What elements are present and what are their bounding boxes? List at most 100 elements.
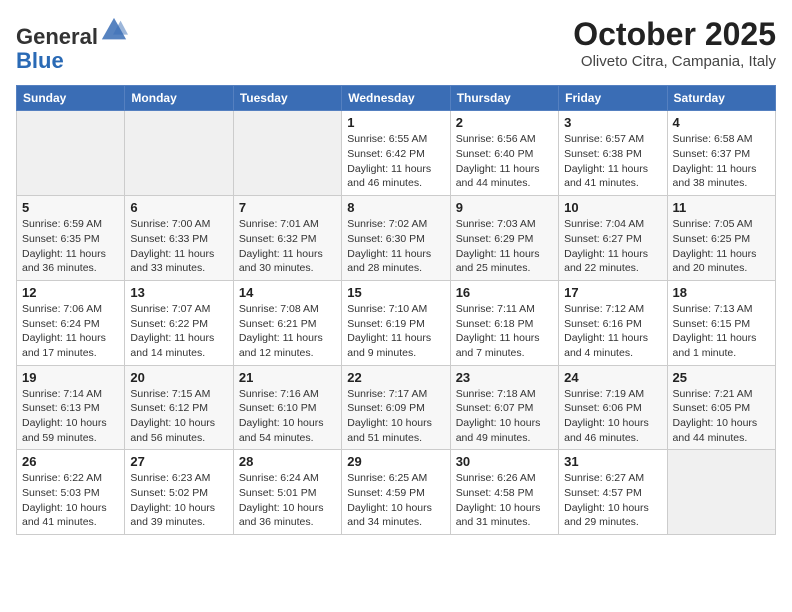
calendar-cell: 15 Sunrise: 7:10 AM Sunset: 6:19 PM Dayli… [342,280,450,365]
day-number: 21 [239,370,336,385]
day-number: 7 [239,200,336,215]
calendar-cell: 21 Sunrise: 7:16 AM Sunset: 6:10 PM Dayli… [233,365,341,450]
calendar-cell: 12 Sunrise: 7:06 AM Sunset: 6:24 PM Dayli… [17,280,125,365]
day-number: 24 [564,370,661,385]
calendar-cell: 23 Sunrise: 7:18 AM Sunset: 6:07 PM Dayli… [450,365,558,450]
day-number: 25 [673,370,770,385]
day-number: 18 [673,285,770,300]
day-number: 9 [456,200,553,215]
day-number: 14 [239,285,336,300]
day-info: Sunrise: 7:17 AM Sunset: 6:09 PM Dayligh… [347,387,444,446]
location: Oliveto Citra, Campania, Italy [573,53,776,70]
header-tuesday: Tuesday [233,86,341,111]
calendar-week-4: 19 Sunrise: 7:14 AM Sunset: 6:13 PM Dayli… [17,365,776,450]
calendar-cell: 14 Sunrise: 7:08 AM Sunset: 6:21 PM Dayli… [233,280,341,365]
day-number: 3 [564,115,661,130]
calendar-cell: 29Sunrise: 6:25 AM Sunset: 4:59 PM Dayli… [342,450,450,535]
day-info: Sunrise: 7:02 AM Sunset: 6:30 PM Dayligh… [347,217,444,276]
day-number: 12 [22,285,119,300]
day-number: 1 [347,115,444,130]
calendar-cell: 31Sunrise: 6:27 AM Sunset: 4:57 PM Dayli… [559,450,667,535]
calendar-cell: 8Sunrise: 7:02 AM Sunset: 6:30 PM Daylig… [342,196,450,281]
day-info: Sunrise: 7:13 AM Sunset: 6:15 PM Dayligh… [673,302,770,361]
day-number: 2 [456,115,553,130]
day-number: 26 [22,454,119,469]
day-info: Sunrise: 7:05 AM Sunset: 6:25 PM Dayligh… [673,217,770,276]
calendar-cell: 2 Sunrise: 6:56 AM Sunset: 6:40 PM Daylig… [450,111,558,196]
day-info: Sunrise: 6:57 AM Sunset: 6:38 PM Dayligh… [564,132,661,191]
day-info: Sunrise: 7:15 AM Sunset: 6:12 PM Dayligh… [130,387,227,446]
day-info: Sunrise: 7:07 AM Sunset: 6:22 PM Dayligh… [130,302,227,361]
day-number: 28 [239,454,336,469]
calendar-cell [17,111,125,196]
day-number: 4 [673,115,770,130]
calendar-cell: 24 Sunrise: 7:19 AM Sunset: 6:06 PM Dayli… [559,365,667,450]
page-header: General Blue October 2025 Oliveto Citra,… [16,16,776,73]
calendar-cell: 1 Sunrise: 6:55 AM Sunset: 6:42 PM Daylig… [342,111,450,196]
day-number: 15 [347,285,444,300]
day-info: Sunrise: 6:25 AM Sunset: 4:59 PM Dayligh… [347,471,444,530]
day-info: Sunrise: 7:14 AM Sunset: 6:13 PM Dayligh… [22,387,119,446]
calendar-cell: 26Sunrise: 6:22 AM Sunset: 5:03 PM Dayli… [17,450,125,535]
calendar-cell: 3 Sunrise: 6:57 AM Sunset: 6:38 PM Daylig… [559,111,667,196]
day-info: Sunrise: 7:19 AM Sunset: 6:06 PM Dayligh… [564,387,661,446]
day-number: 17 [564,285,661,300]
day-number: 30 [456,454,553,469]
day-number: 10 [564,200,661,215]
day-info: Sunrise: 6:23 AM Sunset: 5:02 PM Dayligh… [130,471,227,530]
day-number: 11 [673,200,770,215]
calendar-cell: 4 Sunrise: 6:58 AM Sunset: 6:37 PM Daylig… [667,111,775,196]
header-friday: Friday [559,86,667,111]
logo-text: General Blue [16,16,128,73]
day-info: Sunrise: 7:04 AM Sunset: 6:27 PM Dayligh… [564,217,661,276]
calendar-cell: 16 Sunrise: 7:11 AM Sunset: 6:18 PM Dayli… [450,280,558,365]
header-saturday: Saturday [667,86,775,111]
calendar-cell: 10 Sunrise: 7:04 AM Sunset: 6:27 PM Dayli… [559,196,667,281]
calendar-cell: 9 Sunrise: 7:03 AM Sunset: 6:29 PM Daylig… [450,196,558,281]
day-info: Sunrise: 6:56 AM Sunset: 6:40 PM Dayligh… [456,132,553,191]
day-number: 23 [456,370,553,385]
day-info: Sunrise: 6:59 AM Sunset: 6:35 PM Dayligh… [22,217,119,276]
calendar-header-row: SundayMondayTuesdayWednesdayThursdayFrid… [17,86,776,111]
day-info: Sunrise: 7:00 AM Sunset: 6:33 PM Dayligh… [130,217,227,276]
calendar-cell: 17Sunrise: 7:12 AM Sunset: 6:16 PM Dayli… [559,280,667,365]
title-block: October 2025 Oliveto Citra, Campania, It… [573,16,776,70]
calendar-cell: 28Sunrise: 6:24 AM Sunset: 5:01 PM Dayli… [233,450,341,535]
calendar-cell: 13Sunrise: 7:07 AM Sunset: 6:22 PM Dayli… [125,280,233,365]
calendar-cell: 19 Sunrise: 7:14 AM Sunset: 6:13 PM Dayli… [17,365,125,450]
header-monday: Monday [125,86,233,111]
logo-blue: Blue [16,48,64,73]
month-title: October 2025 [573,16,776,53]
day-number: 19 [22,370,119,385]
day-info: Sunrise: 7:16 AM Sunset: 6:10 PM Dayligh… [239,387,336,446]
calendar-cell [125,111,233,196]
calendar-week-1: 1 Sunrise: 6:55 AM Sunset: 6:42 PM Daylig… [17,111,776,196]
calendar-cell: 7Sunrise: 7:01 AM Sunset: 6:32 PM Daylig… [233,196,341,281]
day-info: Sunrise: 7:08 AM Sunset: 6:21 PM Dayligh… [239,302,336,361]
calendar-cell: 27 Sunrise: 6:23 AM Sunset: 5:02 PM Dayli… [125,450,233,535]
calendar-week-2: 5Sunrise: 6:59 AM Sunset: 6:35 PM Daylig… [17,196,776,281]
calendar-table: SundayMondayTuesdayWednesdayThursdayFrid… [16,85,776,535]
day-number: 20 [130,370,227,385]
day-info: Sunrise: 7:21 AM Sunset: 6:05 PM Dayligh… [673,387,770,446]
day-info: Sunrise: 7:03 AM Sunset: 6:29 PM Dayligh… [456,217,553,276]
calendar-cell [233,111,341,196]
day-info: Sunrise: 7:18 AM Sunset: 6:07 PM Dayligh… [456,387,553,446]
logo: General Blue [16,16,128,73]
day-info: Sunrise: 6:26 AM Sunset: 4:58 PM Dayligh… [456,471,553,530]
calendar-week-3: 12 Sunrise: 7:06 AM Sunset: 6:24 PM Dayli… [17,280,776,365]
day-number: 22 [347,370,444,385]
day-info: Sunrise: 6:58 AM Sunset: 6:37 PM Dayligh… [673,132,770,191]
day-number: 27 [130,454,227,469]
day-number: 16 [456,285,553,300]
logo-general: General [16,24,98,49]
day-info: Sunrise: 7:10 AM Sunset: 6:19 PM Dayligh… [347,302,444,361]
day-info: Sunrise: 6:27 AM Sunset: 4:57 PM Dayligh… [564,471,661,530]
day-info: Sunrise: 7:06 AM Sunset: 6:24 PM Dayligh… [22,302,119,361]
calendar-cell: 30 Sunrise: 6:26 AM Sunset: 4:58 PM Dayli… [450,450,558,535]
calendar-week-5: 26Sunrise: 6:22 AM Sunset: 5:03 PM Dayli… [17,450,776,535]
day-number: 6 [130,200,227,215]
day-info: Sunrise: 6:55 AM Sunset: 6:42 PM Dayligh… [347,132,444,191]
calendar-cell: 18 Sunrise: 7:13 AM Sunset: 6:15 PM Dayli… [667,280,775,365]
day-info: Sunrise: 7:11 AM Sunset: 6:18 PM Dayligh… [456,302,553,361]
